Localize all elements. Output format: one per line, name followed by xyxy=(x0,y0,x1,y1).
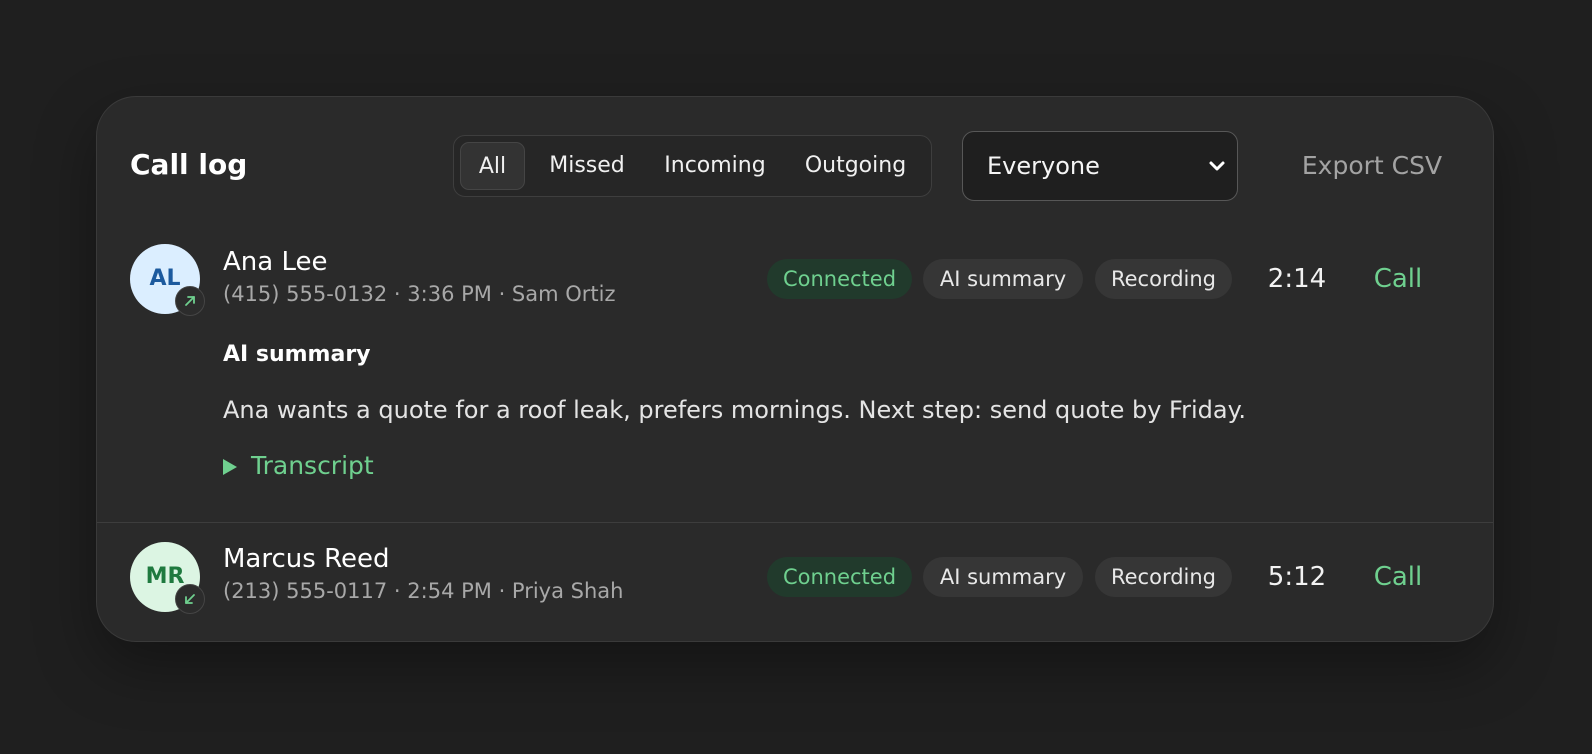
filter-tab-outgoing[interactable]: Outgoing xyxy=(790,142,921,190)
call-filter-tabs: All Missed Incoming Outgoing xyxy=(453,135,932,197)
ai-summary-heading: AI summary xyxy=(223,342,371,367)
recording-badge: Recording xyxy=(1095,557,1232,597)
ai-summary-text: Ana wants a quote for a roof leak, prefe… xyxy=(223,396,1246,424)
status-badge: Connected xyxy=(767,259,912,299)
call-meta: (213) 555-0117 · 2:54 PM · Priya Shah xyxy=(223,579,624,603)
caller-name: Ana Lee xyxy=(223,247,328,277)
call-row: AL Ana Lee (415) 555-0132 · 3:36 PM · Sa… xyxy=(97,232,1493,522)
filter-tab-missed[interactable]: Missed xyxy=(534,142,640,190)
ai-summary-badge: AI summary xyxy=(923,259,1083,299)
transcript-label: Transcript xyxy=(251,451,374,480)
agent-select[interactable]: Everyone xyxy=(962,131,1238,201)
call-row: MR Marcus Reed (213) 555-0117 · 2:54 PM … xyxy=(97,523,1493,641)
recording-badge: Recording xyxy=(1095,259,1232,299)
page-title: Call log xyxy=(130,148,248,181)
export-csv-button[interactable]: Export CSV xyxy=(1267,131,1477,201)
transcript-toggle[interactable]: Transcript xyxy=(223,450,374,482)
arrow-up-right-icon xyxy=(185,296,195,306)
chevron-down-icon xyxy=(1209,161,1225,171)
caller-name: Marcus Reed xyxy=(223,544,390,574)
call-button[interactable]: Call xyxy=(1362,259,1434,299)
filter-tab-all[interactable]: All xyxy=(460,142,525,190)
call-log-header: Call log All Missed Incoming Outgoing Ev… xyxy=(97,97,1493,232)
call-duration: 5:12 xyxy=(1267,562,1327,592)
call-duration: 2:14 xyxy=(1267,264,1327,294)
call-direction-badge xyxy=(175,286,205,316)
triangle-right-icon xyxy=(223,459,237,475)
call-button[interactable]: Call xyxy=(1362,557,1434,597)
ai-summary-badge: AI summary xyxy=(923,557,1083,597)
call-log-card: Call log All Missed Incoming Outgoing Ev… xyxy=(96,96,1494,642)
agent-select-value: Everyone xyxy=(987,152,1100,180)
status-badge: Connected xyxy=(767,557,912,597)
call-direction-badge xyxy=(175,584,205,614)
call-meta: (415) 555-0132 · 3:36 PM · Sam Ortiz xyxy=(223,282,616,306)
arrow-down-left-icon xyxy=(185,594,195,604)
filter-tab-incoming[interactable]: Incoming xyxy=(650,142,780,190)
